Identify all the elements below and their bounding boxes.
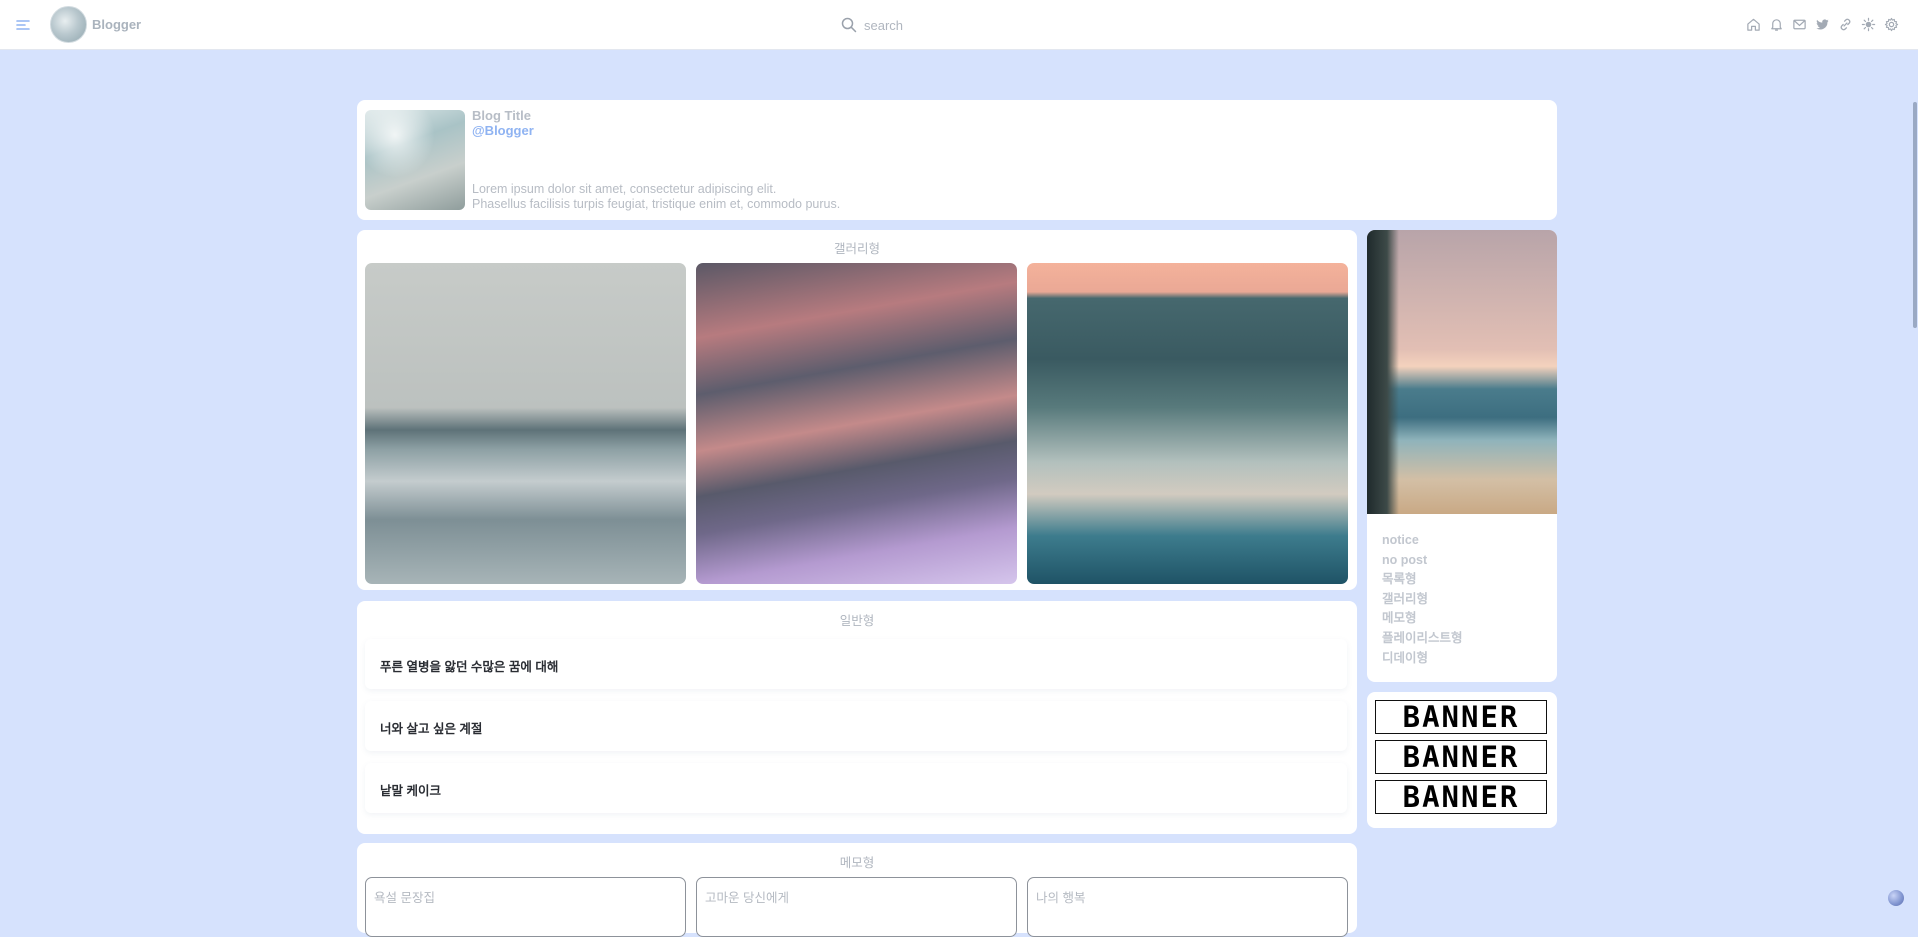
memo-title: 메모형 [839,856,875,870]
post-title: 낱말 케이크 [380,784,441,798]
profile-card: Blog Title @Blogger Lorem ipsum dolor si… [357,100,1557,220]
gallery-image[interactable] [365,263,686,584]
post-title: 너와 살고 싶은 계절 [380,722,483,736]
banner-section: BANNER BANNER BANNER [1367,692,1557,828]
search-input[interactable] [864,15,1124,35]
avatar[interactable] [50,6,87,43]
twitter-icon[interactable] [1815,17,1830,32]
notice-link[interactable]: notice [1382,531,1463,551]
post-title: 푸른 열병을 앓던 수많은 꿈에 대해 [380,660,559,674]
notice-link[interactable]: 디데이형 [1382,649,1463,669]
page-scrollbar[interactable] [1911,50,1918,915]
gear-icon[interactable] [1884,17,1899,32]
banner-label: BANNER [1402,779,1520,814]
posts-title: 일반형 [839,614,875,628]
bell-icon[interactable] [1769,17,1784,32]
gallery-title: 갤러리형 [833,242,880,256]
menu-icon[interactable] [15,17,31,33]
notice-sidebar: notice no post 목록형 갤러리형 메모형 플레이리스트형 디데이형 [1367,230,1557,682]
top-icons [1746,17,1899,32]
post-item[interactable]: 푸른 열병을 앓던 수많은 꿈에 대해 [365,639,1347,689]
notice-link[interactable]: 플레이리스트형 [1382,629,1463,649]
blog-description-line: Phasellus facilisis turpis feugiat, tris… [472,197,841,211]
sun-icon[interactable] [1861,17,1876,32]
memo-card-title: 고마운 당신에게 [705,891,789,905]
gallery-section: 갤러리형 [357,230,1357,590]
profile-image [365,110,465,210]
blog-description: Lorem ipsum dolor sit amet, consectetur … [472,182,840,212]
notice-link[interactable]: no post [1382,551,1463,571]
notice-image [1367,230,1557,514]
brand-name[interactable]: Blogger [92,17,141,32]
banner-label: BANNER [1402,739,1520,774]
blog-handle[interactable]: @Blogger [472,123,534,138]
banner-label: BANNER [1402,699,1520,734]
notice-links: notice no post 목록형 갤러리형 메모형 플레이리스트형 디데이형 [1382,531,1463,668]
blog-description-line: Lorem ipsum dolor sit amet, consectetur … [472,182,777,196]
memo-card[interactable]: 고마운 당신에게 [696,877,1017,937]
mail-icon[interactable] [1792,17,1807,32]
notice-link[interactable]: 갤러리형 [1382,590,1463,610]
banner[interactable]: BANNER [1375,780,1547,814]
gallery-image[interactable] [696,263,1017,584]
home-icon[interactable] [1746,17,1761,32]
notice-link[interactable]: 메모형 [1382,609,1463,629]
memo-card[interactable]: 나의 행복 [1027,877,1348,937]
post-item[interactable]: 낱말 케이크 [365,763,1347,813]
banner[interactable]: BANNER [1375,700,1547,734]
top-bar: Blogger [0,0,1918,50]
gallery-image[interactable] [1027,263,1348,584]
post-item[interactable]: 너와 살고 싶은 계절 [365,701,1347,751]
notice-link[interactable]: 목록형 [1382,570,1463,590]
memo-card-title: 욕설 문장집 [374,891,435,905]
planet-icon[interactable] [1888,890,1904,906]
memo-card-title: 나의 행복 [1036,891,1086,905]
search-icon [841,17,857,33]
posts-section: 일반형 푸른 열병을 앓던 수많은 꿈에 대해 너와 살고 싶은 계절 낱말 케… [357,601,1357,834]
memo-card[interactable]: 욕설 문장집 [365,877,686,937]
scroll-thumb[interactable] [1913,102,1917,328]
blog-title: Blog Title [472,108,531,123]
memo-section: 메모형 욕설 문장집 고마운 당신에게 나의 행복 [357,843,1357,937]
link-icon[interactable] [1838,17,1853,32]
banner[interactable]: BANNER [1375,740,1547,774]
